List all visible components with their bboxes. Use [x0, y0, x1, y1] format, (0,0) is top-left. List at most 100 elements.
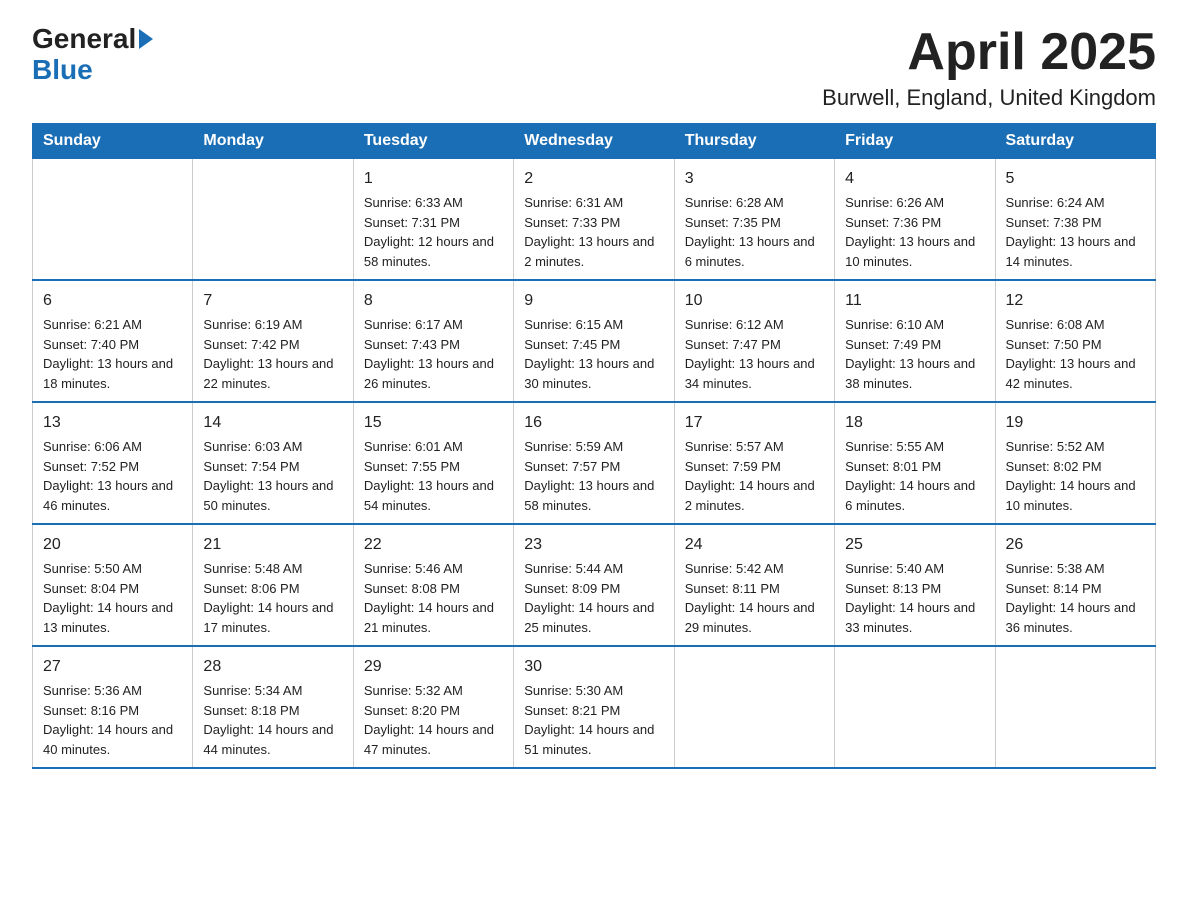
day-info: Sunrise: 5:32 AMSunset: 8:20 PMDaylight:…	[364, 681, 503, 759]
day-cell: 28Sunrise: 5:34 AMSunset: 8:18 PMDayligh…	[193, 646, 353, 768]
logo-general: General	[32, 24, 153, 55]
weekday-header-monday: Monday	[193, 124, 353, 159]
day-number: 22	[364, 533, 503, 557]
day-info: Sunrise: 6:01 AMSunset: 7:55 PMDaylight:…	[364, 437, 503, 515]
day-cell: 23Sunrise: 5:44 AMSunset: 8:09 PMDayligh…	[514, 524, 674, 646]
day-cell	[674, 646, 834, 768]
day-cell: 22Sunrise: 5:46 AMSunset: 8:08 PMDayligh…	[353, 524, 513, 646]
page-header: General Blue April 2025 Burwell, England…	[32, 24, 1156, 111]
day-number: 20	[43, 533, 182, 557]
day-cell: 21Sunrise: 5:48 AMSunset: 8:06 PMDayligh…	[193, 524, 353, 646]
day-number: 21	[203, 533, 342, 557]
day-info: Sunrise: 5:30 AMSunset: 8:21 PMDaylight:…	[524, 681, 663, 759]
day-number: 29	[364, 655, 503, 679]
day-number: 1	[364, 167, 503, 191]
day-cell	[193, 159, 353, 281]
day-info: Sunrise: 6:06 AMSunset: 7:52 PMDaylight:…	[43, 437, 182, 515]
day-number: 25	[845, 533, 984, 557]
day-info: Sunrise: 6:12 AMSunset: 7:47 PMDaylight:…	[685, 315, 824, 393]
day-info: Sunrise: 5:55 AMSunset: 8:01 PMDaylight:…	[845, 437, 984, 515]
day-cell: 20Sunrise: 5:50 AMSunset: 8:04 PMDayligh…	[33, 524, 193, 646]
day-cell: 15Sunrise: 6:01 AMSunset: 7:55 PMDayligh…	[353, 402, 513, 524]
day-number: 17	[685, 411, 824, 435]
day-number: 4	[845, 167, 984, 191]
day-cell: 1Sunrise: 6:33 AMSunset: 7:31 PMDaylight…	[353, 159, 513, 281]
day-number: 11	[845, 289, 984, 313]
day-number: 12	[1006, 289, 1145, 313]
day-cell: 18Sunrise: 5:55 AMSunset: 8:01 PMDayligh…	[835, 402, 995, 524]
day-info: Sunrise: 5:46 AMSunset: 8:08 PMDaylight:…	[364, 559, 503, 637]
day-info: Sunrise: 5:52 AMSunset: 8:02 PMDaylight:…	[1006, 437, 1145, 515]
day-cell: 16Sunrise: 5:59 AMSunset: 7:57 PMDayligh…	[514, 402, 674, 524]
day-info: Sunrise: 6:19 AMSunset: 7:42 PMDaylight:…	[203, 315, 342, 393]
day-cell	[995, 646, 1155, 768]
week-row-5: 27Sunrise: 5:36 AMSunset: 8:16 PMDayligh…	[33, 646, 1156, 768]
day-number: 7	[203, 289, 342, 313]
day-info: Sunrise: 5:36 AMSunset: 8:16 PMDaylight:…	[43, 681, 182, 759]
day-number: 23	[524, 533, 663, 557]
day-info: Sunrise: 5:42 AMSunset: 8:11 PMDaylight:…	[685, 559, 824, 637]
weekday-header-row: SundayMondayTuesdayWednesdayThursdayFrid…	[33, 124, 1156, 159]
day-info: Sunrise: 6:10 AMSunset: 7:49 PMDaylight:…	[845, 315, 984, 393]
day-cell: 8Sunrise: 6:17 AMSunset: 7:43 PMDaylight…	[353, 280, 513, 402]
day-cell: 7Sunrise: 6:19 AMSunset: 7:42 PMDaylight…	[193, 280, 353, 402]
day-cell: 30Sunrise: 5:30 AMSunset: 8:21 PMDayligh…	[514, 646, 674, 768]
day-info: Sunrise: 6:17 AMSunset: 7:43 PMDaylight:…	[364, 315, 503, 393]
day-info: Sunrise: 5:40 AMSunset: 8:13 PMDaylight:…	[845, 559, 984, 637]
day-info: Sunrise: 6:31 AMSunset: 7:33 PMDaylight:…	[524, 193, 663, 271]
day-info: Sunrise: 5:34 AMSunset: 8:18 PMDaylight:…	[203, 681, 342, 759]
calendar-body: 1Sunrise: 6:33 AMSunset: 7:31 PMDaylight…	[33, 159, 1156, 769]
day-cell: 29Sunrise: 5:32 AMSunset: 8:20 PMDayligh…	[353, 646, 513, 768]
day-number: 5	[1006, 167, 1145, 191]
day-number: 8	[364, 289, 503, 313]
day-cell: 25Sunrise: 5:40 AMSunset: 8:13 PMDayligh…	[835, 524, 995, 646]
day-cell: 2Sunrise: 6:31 AMSunset: 7:33 PMDaylight…	[514, 159, 674, 281]
day-cell: 26Sunrise: 5:38 AMSunset: 8:14 PMDayligh…	[995, 524, 1155, 646]
day-info: Sunrise: 5:44 AMSunset: 8:09 PMDaylight:…	[524, 559, 663, 637]
day-info: Sunrise: 5:59 AMSunset: 7:57 PMDaylight:…	[524, 437, 663, 515]
day-info: Sunrise: 6:21 AMSunset: 7:40 PMDaylight:…	[43, 315, 182, 393]
day-info: Sunrise: 6:08 AMSunset: 7:50 PMDaylight:…	[1006, 315, 1145, 393]
calendar-subtitle: Burwell, England, United Kingdom	[822, 85, 1156, 111]
day-cell: 6Sunrise: 6:21 AMSunset: 7:40 PMDaylight…	[33, 280, 193, 402]
day-cell: 11Sunrise: 6:10 AMSunset: 7:49 PMDayligh…	[835, 280, 995, 402]
weekday-header-sunday: Sunday	[33, 124, 193, 159]
weekday-header-tuesday: Tuesday	[353, 124, 513, 159]
weekday-header-friday: Friday	[835, 124, 995, 159]
day-cell: 14Sunrise: 6:03 AMSunset: 7:54 PMDayligh…	[193, 402, 353, 524]
day-cell: 17Sunrise: 5:57 AMSunset: 7:59 PMDayligh…	[674, 402, 834, 524]
day-number: 15	[364, 411, 503, 435]
week-row-2: 6Sunrise: 6:21 AMSunset: 7:40 PMDaylight…	[33, 280, 1156, 402]
title-block: April 2025 Burwell, England, United King…	[822, 24, 1156, 111]
day-cell: 27Sunrise: 5:36 AMSunset: 8:16 PMDayligh…	[33, 646, 193, 768]
logo: General Blue	[32, 24, 153, 86]
calendar-table: SundayMondayTuesdayWednesdayThursdayFrid…	[32, 123, 1156, 769]
day-info: Sunrise: 6:33 AMSunset: 7:31 PMDaylight:…	[364, 193, 503, 271]
day-number: 10	[685, 289, 824, 313]
day-cell: 24Sunrise: 5:42 AMSunset: 8:11 PMDayligh…	[674, 524, 834, 646]
day-info: Sunrise: 6:24 AMSunset: 7:38 PMDaylight:…	[1006, 193, 1145, 271]
day-number: 30	[524, 655, 663, 679]
day-info: Sunrise: 5:48 AMSunset: 8:06 PMDaylight:…	[203, 559, 342, 637]
weekday-header-thursday: Thursday	[674, 124, 834, 159]
day-cell: 9Sunrise: 6:15 AMSunset: 7:45 PMDaylight…	[514, 280, 674, 402]
week-row-1: 1Sunrise: 6:33 AMSunset: 7:31 PMDaylight…	[33, 159, 1156, 281]
day-number: 14	[203, 411, 342, 435]
logo-triangle-icon	[139, 29, 153, 49]
day-number: 6	[43, 289, 182, 313]
day-number: 27	[43, 655, 182, 679]
day-number: 13	[43, 411, 182, 435]
day-info: Sunrise: 5:57 AMSunset: 7:59 PMDaylight:…	[685, 437, 824, 515]
day-number: 16	[524, 411, 663, 435]
day-number: 28	[203, 655, 342, 679]
calendar-title: April 2025	[822, 24, 1156, 81]
day-info: Sunrise: 5:38 AMSunset: 8:14 PMDaylight:…	[1006, 559, 1145, 637]
weekday-header-wednesday: Wednesday	[514, 124, 674, 159]
day-cell: 10Sunrise: 6:12 AMSunset: 7:47 PMDayligh…	[674, 280, 834, 402]
day-info: Sunrise: 6:03 AMSunset: 7:54 PMDaylight:…	[203, 437, 342, 515]
day-number: 3	[685, 167, 824, 191]
day-info: Sunrise: 6:28 AMSunset: 7:35 PMDaylight:…	[685, 193, 824, 271]
weekday-header-saturday: Saturday	[995, 124, 1155, 159]
week-row-4: 20Sunrise: 5:50 AMSunset: 8:04 PMDayligh…	[33, 524, 1156, 646]
day-cell: 3Sunrise: 6:28 AMSunset: 7:35 PMDaylight…	[674, 159, 834, 281]
